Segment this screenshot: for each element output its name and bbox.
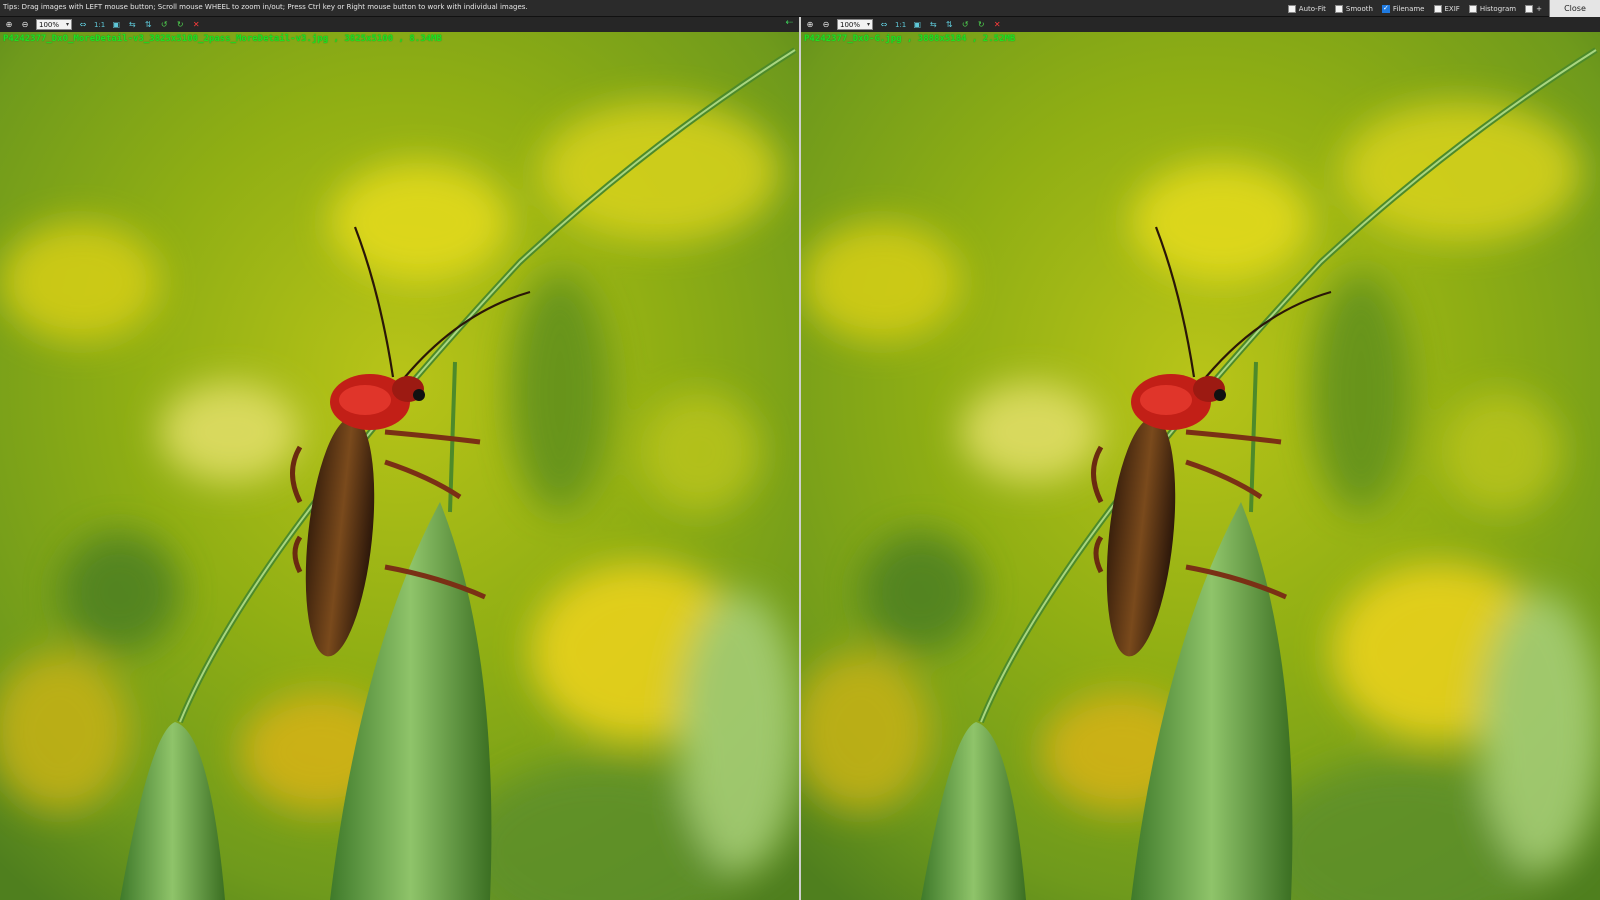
option-exif[interactable]: EXIF bbox=[1433, 4, 1460, 13]
filename-label: Filename bbox=[1392, 4, 1425, 13]
photo-left[interactable] bbox=[0, 32, 799, 900]
filename-caption-right: P4242377_DxO-G.jpg , 3888x5184 , 2.52MB bbox=[804, 34, 1016, 44]
top-bar: Tips: Drag images with LEFT mouse button… bbox=[0, 0, 1600, 17]
zoom-out-icon[interactable]: ⊖ bbox=[821, 20, 831, 30]
chevron-down-icon: ▾ bbox=[866, 21, 870, 28]
rotate-left-icon[interactable]: ↺ bbox=[960, 20, 970, 30]
panel-toolbar-right: ⊕ ⊖ 100% ▾ ⇔ 1:1 ▣ ⇆ ⇅ ↺ ↻ ✕ bbox=[801, 17, 1600, 32]
one-to-one-button[interactable]: 1:1 bbox=[895, 21, 906, 29]
close-icon[interactable]: ✕ bbox=[191, 20, 201, 30]
panel-toolbar-left: ⊕ ⊖ 100% ▾ ⇔ 1:1 ▣ ⇆ ⇅ ↺ ↻ ✕ ⇠ bbox=[0, 17, 799, 32]
option-auto-fit[interactable]: Auto-Fit bbox=[1287, 4, 1326, 13]
option-smooth[interactable]: Smooth bbox=[1334, 4, 1373, 13]
zoom-in-icon[interactable]: ⊕ bbox=[4, 20, 14, 30]
close-button[interactable]: Close bbox=[1549, 0, 1600, 17]
image-panel-right[interactable]: ⊕ ⊖ 100% ▾ ⇔ 1:1 ▣ ⇆ ⇅ ↺ ↻ ✕ P4242377_DxO… bbox=[801, 17, 1600, 900]
plus-label: + bbox=[1536, 4, 1542, 13]
option-plus[interactable]: + bbox=[1525, 4, 1542, 13]
zoom-value: 100% bbox=[39, 20, 60, 29]
histogram-checkbox[interactable] bbox=[1468, 4, 1477, 13]
rotate-right-icon[interactable]: ↻ bbox=[175, 20, 185, 30]
flip-horizontal-icon[interactable]: ⇆ bbox=[127, 20, 137, 30]
sync-arrow-icon[interactable]: ⇠ bbox=[785, 18, 793, 28]
fit-width-icon[interactable]: ⇔ bbox=[879, 20, 889, 30]
rotate-left-icon[interactable]: ↺ bbox=[159, 20, 169, 30]
exif-checkbox[interactable] bbox=[1433, 4, 1442, 13]
zoom-select-left[interactable]: 100% ▾ bbox=[36, 19, 72, 30]
rotate-right-icon[interactable]: ↻ bbox=[976, 20, 986, 30]
exif-label: EXIF bbox=[1444, 4, 1460, 13]
zoom-out-icon[interactable]: ⊖ bbox=[20, 20, 30, 30]
auto-fit-label: Auto-Fit bbox=[1298, 4, 1326, 13]
photo-right[interactable] bbox=[801, 32, 1600, 900]
flip-vertical-icon[interactable]: ⇅ bbox=[944, 20, 954, 30]
one-to-one-button[interactable]: 1:1 bbox=[94, 21, 105, 29]
smooth-checkbox[interactable] bbox=[1334, 4, 1343, 13]
filename-caption-left: P4242377_DxO_MoreDetail-v3_3825x5100_2pa… bbox=[3, 34, 442, 44]
fit-width-icon[interactable]: ⇔ bbox=[78, 20, 88, 30]
plus-checkbox[interactable] bbox=[1525, 4, 1534, 13]
flip-vertical-icon[interactable]: ⇅ bbox=[143, 20, 153, 30]
zoom-value: 100% bbox=[840, 20, 861, 29]
auto-fit-checkbox[interactable] bbox=[1287, 4, 1296, 13]
close-icon[interactable]: ✕ bbox=[992, 20, 1002, 30]
fit-window-icon[interactable]: ▣ bbox=[111, 20, 121, 30]
option-histogram[interactable]: Histogram bbox=[1468, 4, 1517, 13]
image-panel-left[interactable]: ⊕ ⊖ 100% ▾ ⇔ 1:1 ▣ ⇆ ⇅ ↺ ↻ ✕ ⇠ P4242377_D… bbox=[0, 17, 799, 900]
histogram-label: Histogram bbox=[1479, 4, 1517, 13]
options-bar: Auto-Fit Smooth ✓ Filename EXIF Histogra… bbox=[1287, 0, 1542, 17]
zoom-in-icon[interactable]: ⊕ bbox=[805, 20, 815, 30]
flip-horizontal-icon[interactable]: ⇆ bbox=[928, 20, 938, 30]
fit-window-icon[interactable]: ▣ bbox=[912, 20, 922, 30]
option-filename[interactable]: ✓ Filename bbox=[1381, 4, 1425, 13]
smooth-label: Smooth bbox=[1345, 4, 1373, 13]
tips-text: Tips: Drag images with LEFT mouse button… bbox=[3, 3, 528, 11]
zoom-select-right[interactable]: 100% ▾ bbox=[837, 19, 873, 30]
chevron-down-icon: ▾ bbox=[65, 21, 69, 28]
filename-checkbox[interactable]: ✓ bbox=[1381, 4, 1390, 13]
